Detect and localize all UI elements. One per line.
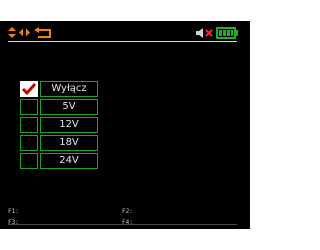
option-row-18v[interactable]: 18V (20, 135, 98, 151)
option-label: 18V (40, 135, 98, 151)
navigation-icons (8, 27, 51, 38)
battery-icon (216, 27, 238, 39)
option-label: 24V (40, 153, 98, 169)
function-key-f3[interactable]: F3: (8, 219, 19, 227)
option-checkbox[interactable] (20, 135, 38, 151)
status-bar (0, 21, 250, 41)
option-label: 5V (40, 99, 98, 115)
option-row-off[interactable]: Wyłącz (20, 81, 98, 97)
function-key-f1[interactable]: F1: (8, 208, 19, 216)
return-icon[interactable] (34, 27, 51, 38)
up-down-arrows-icon[interactable] (8, 27, 16, 38)
option-checkbox[interactable] (20, 99, 38, 115)
option-checkbox[interactable] (20, 81, 38, 97)
option-label: 12V (40, 117, 98, 133)
option-checkbox[interactable] (20, 117, 38, 133)
option-row-5v[interactable]: 5V (20, 99, 98, 115)
option-checkbox[interactable] (20, 153, 38, 169)
device-screen: Wyłącz 5V 12V 18V 24V F1: F2: F3: F4: (0, 21, 250, 229)
function-key-f2[interactable]: F2: (122, 208, 133, 216)
status-divider (8, 41, 237, 42)
speaker-muted-icon (196, 28, 213, 38)
function-key-f4[interactable]: F4: (122, 219, 133, 227)
option-row-12v[interactable]: 12V (20, 117, 98, 133)
checkmark-icon (21, 83, 37, 96)
right-arrow-icon[interactable] (26, 28, 30, 37)
option-row-24v[interactable]: 24V (20, 153, 98, 169)
left-arrow-icon[interactable] (19, 28, 23, 37)
option-label: Wyłącz (40, 81, 98, 97)
